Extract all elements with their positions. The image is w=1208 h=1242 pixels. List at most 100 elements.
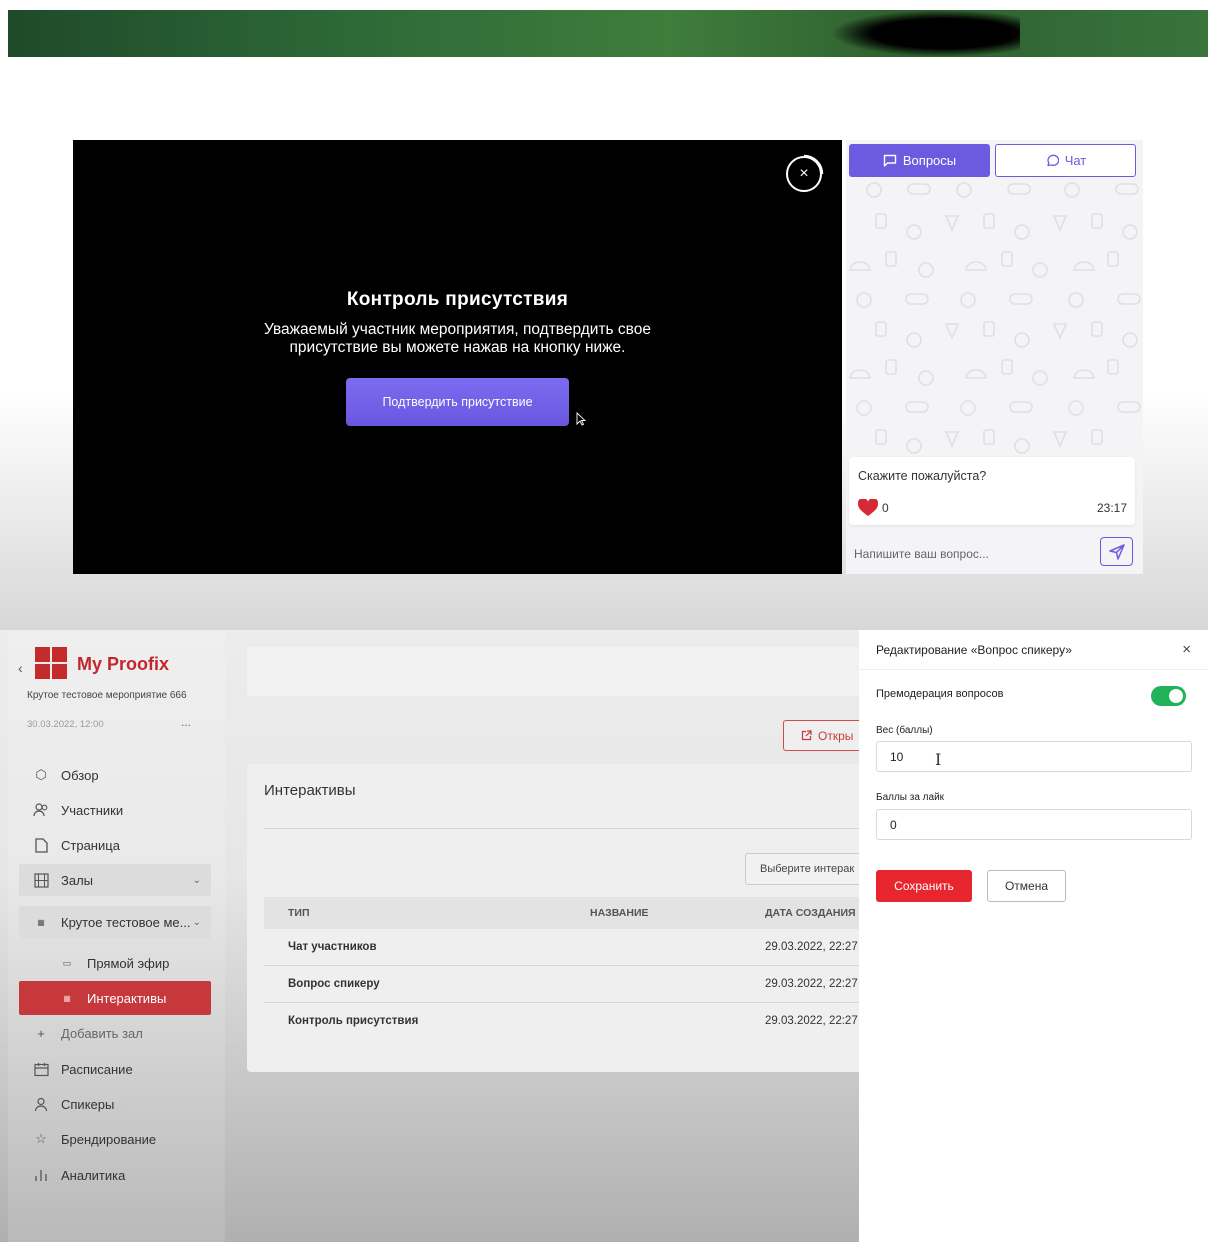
sidebar-item-label: Интерактивы <box>87 990 167 1006</box>
external-link-icon <box>801 730 812 741</box>
sidebar-item-overview[interactable]: ⬡ Обзор <box>19 759 211 791</box>
table-row[interactable]: Чат участников 29.03.2022, 22:27 <box>264 929 867 966</box>
select-interactive-dropdown[interactable]: Выберите интерак <box>745 853 865 885</box>
event-name: Крутое тестовое мероприятие 666 <box>27 690 187 701</box>
toggle-knob <box>1169 689 1183 703</box>
chevron-down-icon: ⌄ <box>192 916 201 928</box>
presence-text: Уважаемый участник мероприятия, подтверд… <box>264 321 651 356</box>
like-button[interactable]: 0 <box>858 499 889 517</box>
sidebar-item-interactives[interactable]: ▦ Интерактивы <box>19 981 211 1015</box>
sidebar-item-label: Залы <box>61 872 94 888</box>
heart-icon <box>858 499 878 516</box>
sidebar: ‹ My Proofix Крутое тестовое мероприятие… <box>8 630 225 1242</box>
sidebar-item-label: Обзор <box>61 767 99 783</box>
film-icon <box>33 872 49 888</box>
weight-field[interactable]: 10 <box>876 741 1192 772</box>
mouse-cursor-icon <box>576 412 586 426</box>
food-pattern-background <box>849 182 1141 454</box>
sidebar-item-halls[interactable]: Залы ⌄ <box>19 864 211 896</box>
sidebar-item-label: Крутое тестовое ме... <box>61 914 191 930</box>
sidebar-item-label: Страница <box>61 837 120 853</box>
column-header-name: НАЗВАНИЕ <box>590 907 649 919</box>
sidebar-item-branding[interactable]: ☆ Брендирование <box>19 1123 211 1155</box>
sidebar-item-add-hall[interactable]: + Добавить зал <box>19 1017 211 1049</box>
sidebar-item-label: Добавить зал <box>61 1025 143 1041</box>
users-icon <box>33 802 49 818</box>
sidebar-item-label: Аналитика <box>61 1167 126 1183</box>
background-image <box>8 10 1208 57</box>
sidebar-item-label: Расписание <box>61 1061 133 1077</box>
brand-name: My Proofix <box>77 654 170 674</box>
chevron-down-icon: ⌄ <box>192 874 201 886</box>
chat-panel: Вопросы Чат Скажите пожалуйста? 0 23:17 … <box>846 140 1143 574</box>
sidebar-item-analytics[interactable]: Аналитика <box>19 1159 211 1191</box>
send-icon <box>1108 543 1125 560</box>
person-icon <box>33 1096 49 1112</box>
timer-arc-icon <box>803 154 824 175</box>
video-top-strip <box>0 0 1208 57</box>
confirm-presence-button[interactable]: Подтвердить присутствие <box>346 378 569 426</box>
grid-icon: ▦ <box>63 993 71 1003</box>
question-input[interactable]: Напишите ваш вопрос... <box>846 533 1143 574</box>
row-date: 29.03.2022, 22:27 <box>765 941 858 953</box>
question-card: Скажите пожалуйста? 0 23:17 <box>849 457 1135 525</box>
player-screen: Контроль присутствия Уважаемый участник … <box>0 57 1208 630</box>
sidebar-item-label: Спикеры <box>61 1096 115 1112</box>
cancel-button[interactable]: Отмена <box>987 870 1066 902</box>
drawer-title: Редактирование «Вопрос спикеру» <box>876 643 1072 657</box>
weight-value: 10 <box>890 749 904 764</box>
event-more-button[interactable]: ... <box>181 715 191 729</box>
cube-icon: ⬡ <box>35 767 47 782</box>
sidebar-item-participants[interactable]: Участники <box>19 794 211 826</box>
weight-label: Вес (баллы) <box>876 725 933 736</box>
question-input-placeholder: Напишите ваш вопрос... <box>854 547 989 561</box>
text-cursor-icon: I <box>935 750 942 769</box>
tab-questions-label: Вопросы <box>902 153 957 168</box>
table-header: ТИП НАЗВАНИЕ ДАТА СОЗДАНИЯ <box>264 897 867 929</box>
premoderation-toggle[interactable] <box>1151 686 1186 706</box>
close-icon[interactable]: × <box>1182 641 1191 658</box>
sidebar-item-label: Прямой эфир <box>87 955 170 971</box>
admin-panel: ‹ My Proofix Крутое тестовое мероприятие… <box>0 630 1208 1242</box>
tab-chat[interactable]: Чат <box>995 144 1136 177</box>
page-icon <box>33 837 49 853</box>
plus-icon: + <box>37 1025 45 1041</box>
sidebar-item-speakers[interactable]: Спикеры <box>19 1088 211 1120</box>
row-type: Контроль присутствия <box>288 1015 419 1027</box>
sidebar-item-page[interactable]: Страница <box>19 829 211 861</box>
like-count: 0 <box>882 501 889 515</box>
calendar-icon <box>33 1061 49 1077</box>
tab-questions[interactable]: Вопросы <box>849 144 990 177</box>
column-header-type: ТИП <box>288 907 310 919</box>
divider <box>264 828 864 829</box>
video-icon: ▭ <box>62 957 72 968</box>
sidebar-item-hall-event[interactable]: ▦ Крутое тестовое ме... ⌄ <box>19 906 211 938</box>
row-type: Вопрос спикеру <box>288 978 380 990</box>
back-chevron-icon[interactable]: ‹ <box>18 660 23 676</box>
row-date: 29.03.2022, 22:27 <box>765 978 858 990</box>
like-points-value: 0 <box>890 817 897 832</box>
sidebar-item-label: Брендирование <box>61 1131 157 1147</box>
tab-chat-label: Чат <box>1064 153 1087 168</box>
sidebar-item-schedule[interactable]: Расписание <box>19 1053 211 1085</box>
card-title: Интерактивы <box>264 782 356 799</box>
edit-drawer: Редактирование «Вопрос спикеру» × Премод… <box>859 630 1208 1242</box>
star-icon: ☆ <box>35 1131 47 1146</box>
presence-title: Контроль присутствия <box>346 289 569 310</box>
like-points-field[interactable]: 0 <box>876 809 1192 840</box>
table-row[interactable]: Вопрос спикеру 29.03.2022, 22:27 <box>264 966 867 1003</box>
bar-chart-icon <box>33 1167 49 1183</box>
column-header-date: ДАТА СОЗДАНИЯ <box>765 907 856 919</box>
row-type: Чат участников <box>288 941 377 953</box>
sidebar-item-live[interactable]: ▭ Прямой эфир <box>19 947 211 979</box>
open-button-label: Откры <box>818 728 854 743</box>
send-button[interactable] <box>1100 537 1133 566</box>
question-time: 23:17 <box>1096 501 1127 515</box>
drawer-header: Редактирование «Вопрос спикеру» × <box>859 630 1208 670</box>
main-header-bar <box>247 647 867 696</box>
question-text: Скажите пожалуйста? <box>858 469 987 483</box>
table-row[interactable]: Контроль присутствия 29.03.2022, 22:27 <box>264 1003 867 1040</box>
save-button[interactable]: Сохранить <box>876 870 972 902</box>
interactives-card: Интерактивы Выберите интерак ТИП НАЗВАНИ… <box>247 764 867 1072</box>
row-date: 29.03.2022, 22:27 <box>765 1015 858 1027</box>
